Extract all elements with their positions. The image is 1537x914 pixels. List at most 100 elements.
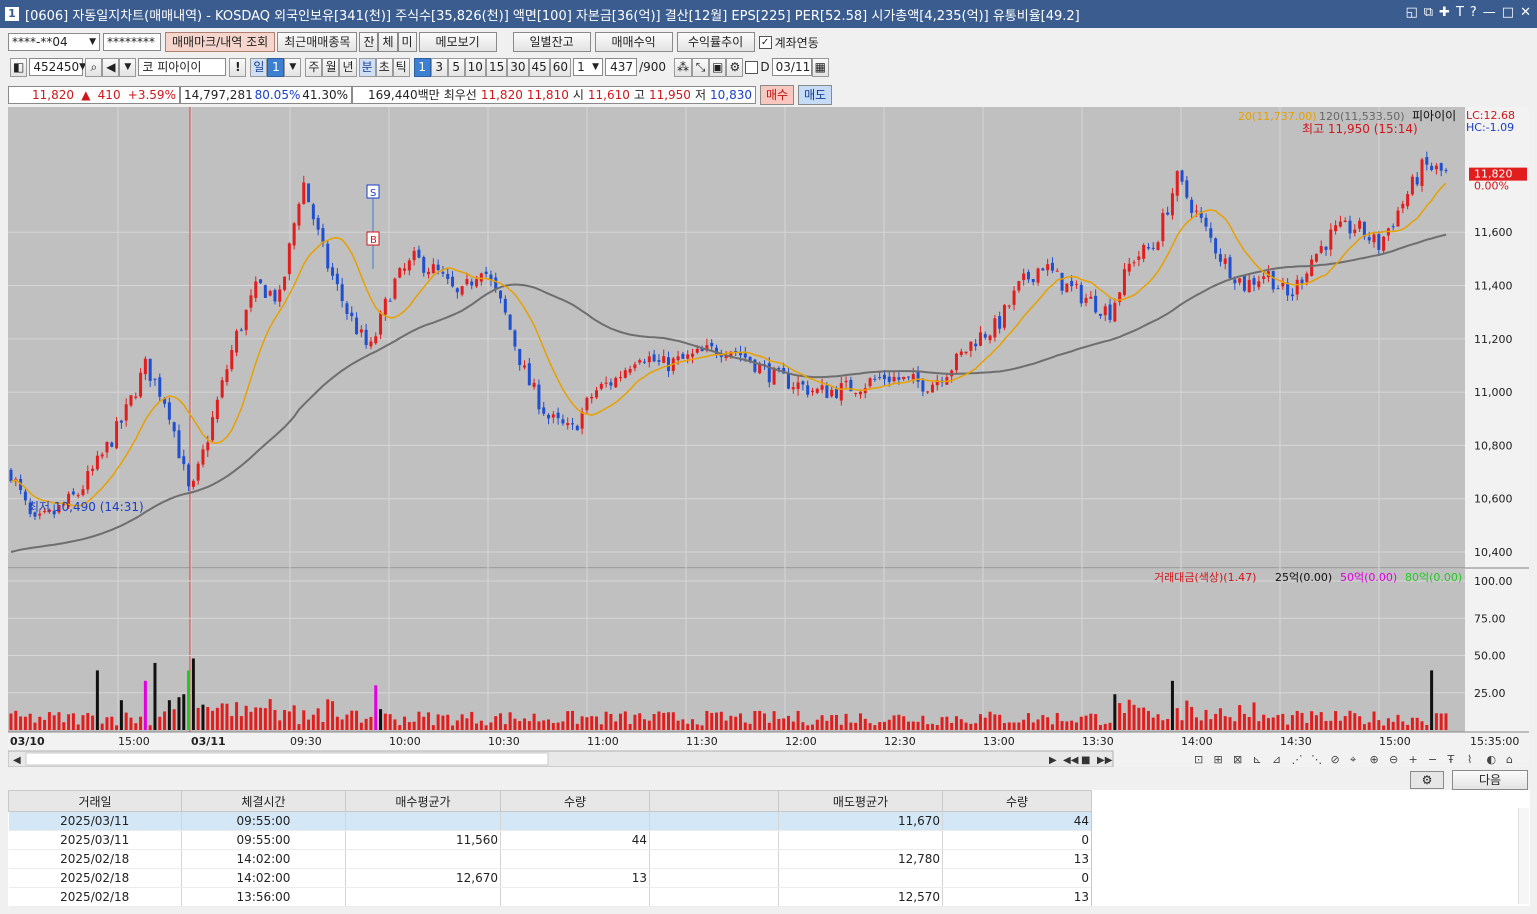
help-icon[interactable]: ? <box>1470 5 1477 20</box>
return-trend-button[interactable]: 수익률추이 <box>676 32 755 52</box>
table-cell: 13 <box>942 849 1092 869</box>
hc-label: HC:-1.09 <box>1466 121 1514 134</box>
sell-button[interactable]: 매도 <box>798 85 833 105</box>
account-select[interactable]: ****-**04 ▼ <box>8 33 100 51</box>
chevron-down-icon[interactable]: ▼ <box>119 57 137 77</box>
minimize-icon[interactable]: — <box>1483 5 1496 20</box>
interval-5-button[interactable]: 5 <box>447 57 465 77</box>
volume-bar <box>278 720 282 730</box>
trade-mark-query-button[interactable]: 매매마크/내역 조회 <box>165 32 276 52</box>
save-icon[interactable]: ▣ <box>709 57 727 77</box>
interval-30-button[interactable]: 30 <box>507 57 529 77</box>
volume-bar <box>902 716 906 730</box>
unexecuted-button[interactable]: 미 <box>397 32 417 52</box>
candle-body <box>403 268 407 271</box>
next-button[interactable]: 다음 <box>1452 770 1528 790</box>
indicator-icon[interactable]: ⁂ <box>674 57 693 77</box>
copy-icon[interactable]: ⧉ <box>1424 5 1433 20</box>
speaker-icon[interactable]: ◀ <box>102 57 120 77</box>
volume-axis-label: 75.00 <box>1474 612 1506 625</box>
stock-code-select[interactable]: 452450 ▼ <box>29 58 86 76</box>
volume-bar <box>340 719 344 730</box>
volume-bar <box>1127 699 1131 730</box>
column-header[interactable] <box>649 790 779 812</box>
settings-icon[interactable]: ⚙ <box>1410 771 1444 789</box>
alert-button[interactable]: ! <box>229 57 247 77</box>
date-checkbox[interactable] <box>745 60 759 74</box>
volume-bar <box>187 670 191 730</box>
period-month-button[interactable]: 월 <box>322 57 340 77</box>
column-header[interactable]: 수량 <box>942 790 1092 812</box>
volume-bar <box>978 714 982 730</box>
interval-3-button[interactable]: 3 <box>430 57 448 77</box>
table-row[interactable]: 2025/03/11 09:55:00 11,560 44 0 <box>8 830 1092 850</box>
calendar-icon[interactable]: ▦ <box>811 57 829 77</box>
interval-60-button[interactable]: 60 <box>549 57 572 77</box>
candle-body <box>911 374 915 380</box>
gear-icon[interactable]: ⚙ <box>726 57 744 77</box>
period-week-button[interactable]: 주 <box>305 57 323 77</box>
candle-body <box>1367 237 1371 241</box>
column-header[interactable]: 수량 <box>500 790 650 812</box>
font-icon[interactable]: T <box>1456 5 1464 20</box>
account-link-checkbox[interactable]: ✓ <box>758 35 772 49</box>
interval-1-button[interactable]: 1 <box>413 57 431 77</box>
volume-bar <box>263 708 267 730</box>
interval-10-button[interactable]: 10 <box>464 57 486 77</box>
price-chart[interactable]: 11,600 11,400 11,200 11,000 10,800 10,600 10,4… <box>8 107 1529 767</box>
table-row[interactable]: 2025/02/18 14:02:00 12,670 13 0 <box>8 868 1092 888</box>
interval-select[interactable]: 1 ▼ <box>573 58 604 76</box>
password-field[interactable]: ******** <box>103 33 161 51</box>
interval-15-button[interactable]: 15 <box>485 57 508 77</box>
period-second-button[interactable]: 초 <box>375 57 393 77</box>
volume-bar <box>1151 717 1155 730</box>
volume-bar <box>9 713 13 730</box>
table-row[interactable]: 2025/02/18 14:02:00 12,780 13 <box>8 849 1092 869</box>
period-year-button[interactable]: 년 <box>339 57 357 77</box>
layout-icon[interactable]: ◧ <box>10 57 28 77</box>
memo-button[interactable]: 메모보기 <box>418 32 497 52</box>
volume-bar <box>1228 717 1232 730</box>
stock-name-field[interactable]: 코 피아이이 <box>138 58 227 76</box>
period-day-button[interactable]: 일 <box>250 57 268 77</box>
candle-body <box>1391 226 1395 228</box>
chevron-down-icon[interactable]: ▼ <box>284 57 302 77</box>
table-cell <box>500 849 650 869</box>
table-row[interactable]: 2025/02/18 13:56:00 12,570 13 <box>8 887 1092 907</box>
daily-balance-button[interactable]: 일별잔고 <box>512 32 591 52</box>
period-minute-button[interactable]: 분 <box>358 57 376 77</box>
candle-body <box>1295 279 1299 295</box>
table-scrollbar[interactable] <box>1518 808 1529 904</box>
volume-bar <box>1290 715 1294 730</box>
candle-body <box>575 425 579 431</box>
table-row[interactable]: 2025/03/11 09:55:00 11,670 44 <box>8 811 1092 831</box>
interval-45-button[interactable]: 45 <box>528 57 550 77</box>
time-axis-label: 03/11 <box>191 735 226 748</box>
search-icon[interactable]: ⌕ <box>85 57 103 77</box>
column-header[interactable]: 체결시간 <box>181 790 346 812</box>
bar-count-input[interactable]: 437 <box>605 58 638 76</box>
period-tick-button[interactable]: 틱 <box>392 57 410 77</box>
recent-trades-button[interactable]: 최근매매종목 <box>277 32 358 52</box>
pin-icon[interactable]: ✚ <box>1439 5 1450 20</box>
link-icon[interactable]: ◱ <box>1405 5 1417 20</box>
column-header[interactable]: 매도평균가 <box>778 790 943 812</box>
date-input[interactable]: 03/11 <box>771 58 812 76</box>
candle-body <box>1281 282 1285 287</box>
volume-bar <box>1281 713 1285 730</box>
close-icon[interactable]: ✕ <box>1520 5 1531 20</box>
drawing-icon[interactable]: ⤡ <box>692 57 710 77</box>
executed-button[interactable]: 체 <box>378 32 398 52</box>
candle-body <box>614 377 618 388</box>
maximize-icon[interactable]: □ <box>1502 5 1514 20</box>
column-header[interactable]: 매수평균가 <box>345 790 501 812</box>
candle-body <box>1410 176 1414 195</box>
candle-body <box>604 382 608 384</box>
column-header[interactable]: 거래일 <box>8 790 182 812</box>
balance-button[interactable]: 잔 <box>359 32 379 52</box>
trade-profit-button[interactable]: 매매수익 <box>594 32 673 52</box>
day-count[interactable]: 1 <box>267 57 285 77</box>
volume-bar <box>1329 720 1333 730</box>
buy-button[interactable]: 매수 <box>760 85 795 105</box>
candle-body <box>1319 246 1323 253</box>
